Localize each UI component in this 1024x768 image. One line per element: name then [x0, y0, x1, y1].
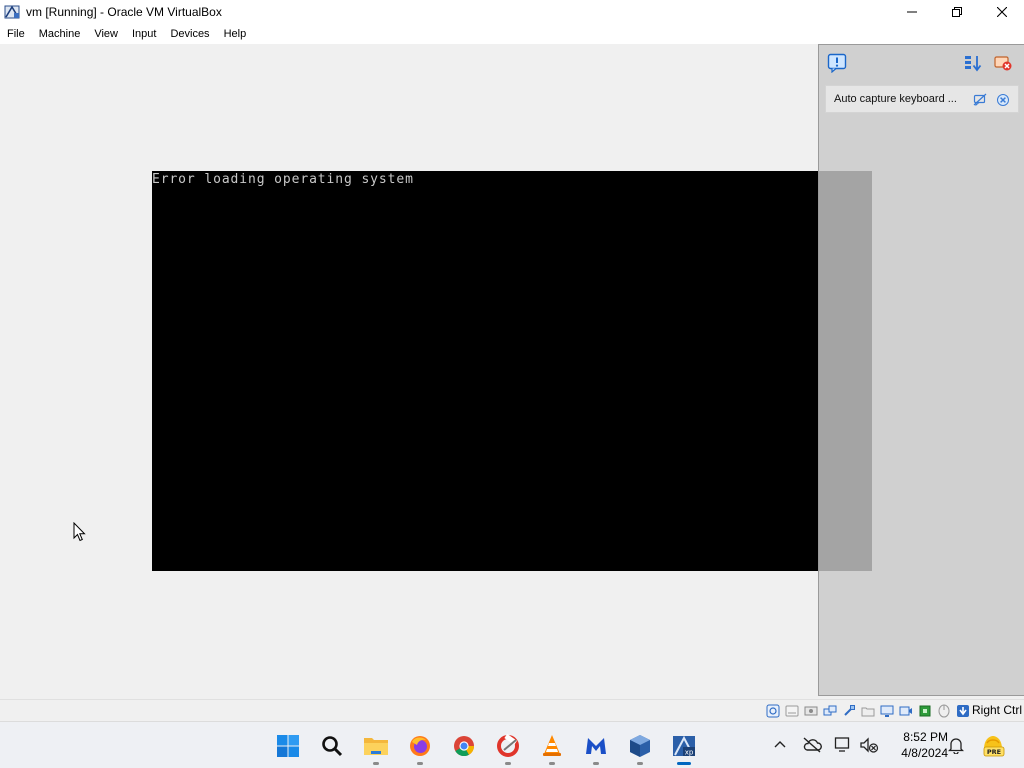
windows-taskbar: xp 8:52 PM 4/8/2024 PRE — [0, 721, 1024, 768]
notification-center-panel: Auto capture keyboard ... — [818, 44, 1024, 696]
running-indicator — [373, 762, 379, 765]
restore-icon — [951, 7, 962, 17]
firefox-icon — [410, 735, 430, 756]
windows-logo-icon — [277, 734, 299, 757]
close-button[interactable] — [979, 0, 1024, 24]
notification-center-button[interactable] — [945, 734, 967, 756]
notification-message: Auto capture keyboard ... — [834, 93, 957, 105]
vlc-icon — [543, 734, 561, 756]
start-button[interactable] — [266, 722, 310, 768]
menu-bar: File Machine View Input Devices Help — [0, 24, 1024, 44]
taskbar-firefox[interactable] — [398, 722, 442, 768]
virtualbox-app-icon[interactable] — [4, 4, 20, 20]
taskbar-apps: xp — [266, 722, 706, 768]
search-icon — [322, 735, 343, 756]
cloud-offline-icon — [803, 737, 822, 753]
network-disconnected-icon — [834, 737, 850, 752]
vm-xp-icon: xp — [673, 735, 695, 756]
taskbar-vlc[interactable] — [530, 722, 574, 768]
menu-input[interactable]: Input — [125, 24, 163, 44]
shared-folders-icon[interactable] — [859, 702, 877, 720]
copilot-preview-button[interactable]: PRE — [980, 734, 1006, 757]
menu-machine[interactable]: Machine — [32, 24, 88, 44]
vm-display[interactable]: Error loading operating system — [152, 171, 872, 571]
vm-status-bar: Right Ctrl — [0, 699, 1024, 721]
virtualbox-icon — [630, 734, 650, 757]
close-icon — [996, 7, 1007, 17]
panel-header — [819, 45, 1024, 81]
active-window-indicator — [677, 762, 691, 765]
taskbar-ccleaner[interactable] — [486, 722, 530, 768]
network-tray-button[interactable] — [833, 734, 855, 756]
taskbar-vm-xp[interactable]: xp — [662, 722, 706, 768]
show-hidden-icons-button[interactable] — [769, 734, 791, 756]
chrome-icon — [454, 735, 475, 756]
malwarebytes-icon — [586, 737, 606, 754]
volume-tray-button[interactable] — [858, 734, 880, 756]
vm-boot-message: Error loading operating system — [152, 172, 414, 187]
network-icon[interactable] — [821, 702, 839, 720]
clear-all-icon — [994, 56, 1012, 71]
host-key-label: Right Ctrl — [971, 703, 1022, 717]
audio-icon[interactable] — [802, 702, 820, 720]
recording-icon[interactable] — [897, 702, 915, 720]
bell-icon — [948, 738, 964, 754]
menu-file[interactable]: File — [0, 24, 32, 44]
ccleaner-icon — [497, 733, 519, 757]
menu-devices[interactable]: Devices — [163, 24, 216, 44]
copilot-icon: PRE — [983, 736, 1005, 757]
optical-drive-icon[interactable] — [783, 702, 801, 720]
usb-icon[interactable] — [840, 702, 858, 720]
window-title: vm [Running] - Oracle VM VirtualBox — [26, 5, 222, 19]
running-indicator — [593, 762, 599, 765]
running-indicator — [417, 762, 423, 765]
taskbar-file-explorer[interactable] — [354, 722, 398, 768]
taskbar-chrome[interactable] — [442, 722, 486, 768]
folder-icon — [364, 737, 388, 755]
mute-notification-icon — [973, 93, 987, 107]
keyboard-icon[interactable] — [954, 702, 972, 720]
window-controls — [889, 0, 1024, 24]
running-indicator — [637, 762, 643, 765]
cpu-icon[interactable] — [916, 702, 934, 720]
preview-badge: PRE — [987, 748, 1001, 756]
hard-disk-icon[interactable] — [764, 702, 782, 720]
close-notification-button[interactable] — [996, 93, 1010, 107]
menu-help[interactable]: Help — [217, 24, 254, 44]
mouse-integration-icon[interactable] — [935, 702, 953, 720]
taskbar-search-button[interactable] — [310, 722, 354, 768]
running-indicator — [549, 762, 555, 765]
minimize-button[interactable] — [889, 0, 934, 24]
status-indicators — [764, 702, 972, 720]
clock-date: 4/8/2024 — [901, 746, 948, 760]
volume-muted-icon — [860, 737, 879, 753]
clear-all-notifications-button[interactable] — [993, 53, 1013, 73]
title-bar: vm [Running] - Oracle VM VirtualBox — [0, 0, 1024, 24]
running-indicator — [505, 762, 511, 765]
maximize-button[interactable] — [934, 0, 979, 24]
notification-info-icon[interactable] — [827, 53, 847, 74]
sort-notifications-button[interactable] — [963, 53, 983, 73]
minimize-icon — [906, 11, 917, 13]
svg-text:xp: xp — [685, 748, 694, 756]
taskbar-malwarebytes[interactable] — [574, 722, 618, 768]
clock-time: 8:52 PM — [903, 730, 948, 744]
chevron-up-icon — [774, 741, 786, 748]
display-icon[interactable] — [878, 702, 896, 720]
auto-capture-notification[interactable]: Auto capture keyboard ... — [825, 85, 1019, 113]
sort-icon — [965, 56, 982, 72]
taskbar-clock[interactable]: 8:52 PM 4/8/2024 — [886, 729, 948, 761]
mouse-cursor-icon — [73, 522, 86, 542]
menu-view[interactable]: View — [87, 24, 125, 44]
close-icon — [997, 94, 1009, 106]
taskbar-virtualbox[interactable] — [618, 722, 662, 768]
onedrive-tray-button[interactable] — [801, 734, 823, 756]
dont-show-again-button[interactable] — [973, 93, 987, 107]
